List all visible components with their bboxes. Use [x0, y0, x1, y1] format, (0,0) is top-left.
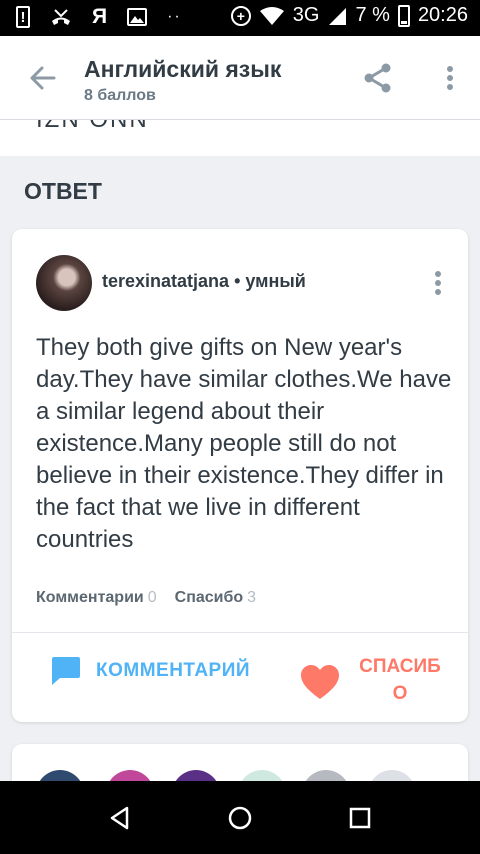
alert-icon: !	[16, 6, 30, 28]
data-saver-icon: +	[230, 5, 251, 26]
battery-percent: 7 %	[355, 4, 390, 26]
wifi-icon	[259, 6, 284, 25]
thanks-button[interactable]: СПАСИБО	[300, 653, 460, 709]
more-notifications-icon: ··	[167, 8, 182, 25]
clock: 20:26	[417, 4, 468, 26]
author-name[interactable]: terexinatatjana	[102, 271, 229, 291]
comment-button-label: КОММЕНТАРИЙ	[96, 660, 251, 681]
share-icon[interactable]	[362, 62, 394, 94]
comments-label: Комментарии	[36, 589, 144, 606]
question-text-remainder: IZN ONN	[0, 120, 480, 156]
comment-button[interactable]: КОММЕНТАРИЙ	[48, 651, 250, 691]
answer-text: They both give gifts on New year's day.T…	[36, 334, 452, 553]
back-arrow-icon[interactable]	[28, 64, 56, 92]
app-bar: Английский язык 8 баллов	[0, 36, 480, 120]
author-line[interactable]: terexinatatjana • умный	[102, 271, 306, 292]
nav-recents-icon[interactable]	[347, 805, 373, 831]
avatar[interactable]	[36, 255, 92, 311]
comment-bubble-icon	[52, 657, 80, 685]
nav-back-icon[interactable]	[107, 805, 133, 831]
yandex-icon: Я	[92, 5, 108, 28]
comments-count: 0	[147, 589, 157, 606]
system-nav-bar	[0, 781, 480, 854]
more-vertical-icon[interactable]	[440, 64, 460, 92]
more-vertical-icon[interactable]	[428, 269, 448, 297]
status-bar: ! Я ·· + 3G 7 % 20:26	[0, 0, 480, 36]
page-title: Английский язык	[84, 56, 282, 82]
author-separator: •	[229, 271, 246, 291]
heart-icon	[301, 665, 339, 699]
divider	[12, 632, 468, 633]
battery-icon	[397, 4, 410, 27]
missed-call-icon	[52, 9, 70, 25]
nav-home-icon[interactable]	[227, 805, 253, 831]
answer-card: terexinatatjana • умный They both give g…	[12, 229, 468, 722]
answer-section-title: ОТВЕТ	[24, 178, 102, 204]
answer-stats: Комментарии 0 Спасибо 3	[36, 589, 256, 607]
author-rank: умный	[245, 271, 306, 291]
thanks-label: Спасибо	[174, 589, 244, 606]
thanks-count: 3	[247, 589, 257, 606]
image-icon	[127, 8, 148, 26]
network-type: 3G	[292, 4, 320, 26]
points-label: 8 баллов	[84, 87, 156, 104]
signal-icon	[329, 7, 347, 25]
thanks-button-label: СПАСИБО	[359, 656, 441, 704]
